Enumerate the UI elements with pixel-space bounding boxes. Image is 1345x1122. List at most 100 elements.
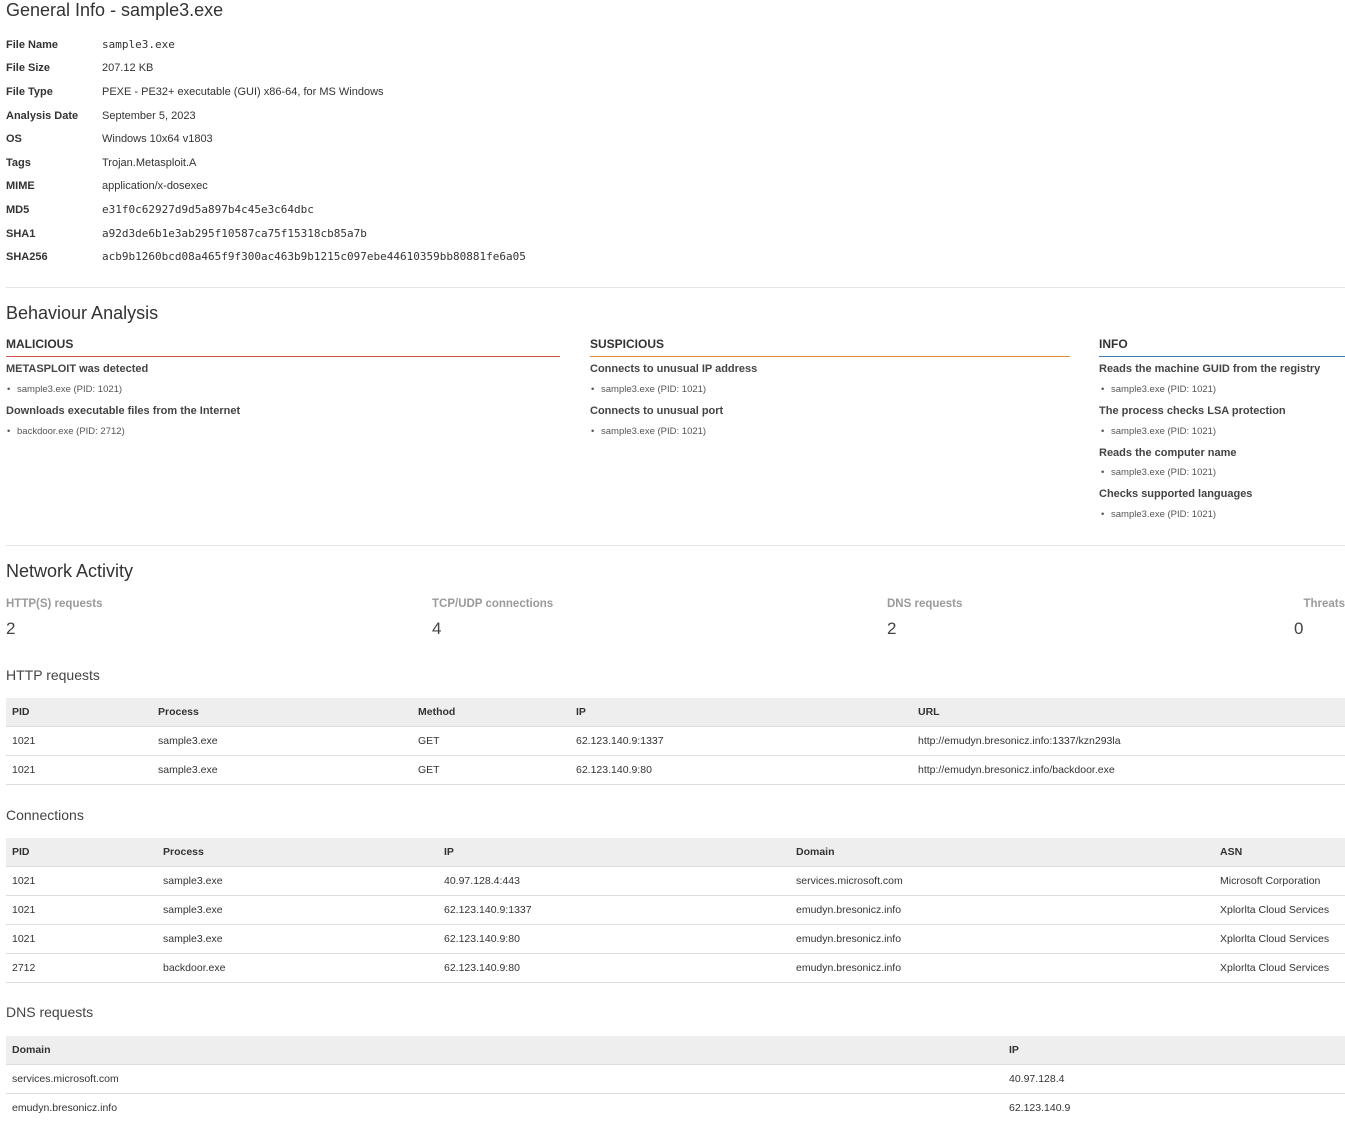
table-cell: 62.123.140.9:1337: [570, 726, 912, 756]
info-value: Trojan.Metasploit.A: [102, 157, 197, 169]
column-header: Process: [152, 698, 412, 727]
table-cell: 1021: [6, 866, 157, 896]
table-cell: 40.97.128.4:443: [438, 866, 790, 896]
column-header: IP: [438, 838, 790, 867]
network-activity-title: Network Activity: [6, 561, 134, 581]
table-cell: 62.123.140.9:80: [438, 924, 790, 954]
indicator-title[interactable]: Checks supported languages: [1099, 488, 1252, 500]
column-header: Method: [412, 698, 570, 727]
column-header: IP: [1003, 1036, 1345, 1065]
table-cell: sample3.exe: [157, 895, 438, 925]
http-requests-stat-value: 2: [6, 619, 16, 638]
table-header-row: PID Process Method IP URL: [6, 698, 1345, 727]
indicator-process[interactable]: sample3.exe (PID: 1021): [1101, 384, 1216, 395]
table-cell: emudyn.bresonicz.info: [790, 953, 1214, 983]
table-cell: Microsoft Corporation: [1214, 866, 1345, 896]
tcp-udp-stat-label: TCP/UDP connections: [432, 598, 554, 610]
info-key: OS: [6, 133, 22, 145]
indicator-process[interactable]: sample3.exe (PID: 1021): [591, 384, 706, 395]
table-cell: emudyn.bresonicz.info: [790, 924, 1214, 954]
table-row[interactable]: 1021 sample3.exe 62.123.140.9:1337 emudy…: [6, 895, 1345, 925]
table-cell: services.microsoft.com: [6, 1064, 1003, 1094]
dns-requests-stat-value: 2: [887, 619, 897, 638]
table-cell: Xplorlta Cloud Services: [1214, 924, 1345, 954]
column-header: Domain: [790, 838, 1214, 867]
indicator-title[interactable]: Reads the computer name: [1099, 447, 1237, 459]
info-row-file-type: File Type PEXE - PE32+ executable (GUI) …: [6, 84, 806, 100]
table-header-row: Domain IP: [6, 1036, 1345, 1065]
table-cell: Xplorlta Cloud Services: [1214, 953, 1345, 983]
general-info-title: General Info - sample3.exe: [6, 0, 224, 20]
indicator-process[interactable]: sample3.exe (PID: 1021): [1101, 467, 1216, 478]
column-header: IP: [570, 698, 912, 727]
table-cell: 1021: [6, 924, 157, 954]
info-row-os: OS Windows 10x64 v1803: [6, 131, 806, 147]
table-cell: GET: [412, 755, 570, 785]
table-cell: 1021: [6, 755, 152, 785]
tcp-udp-stat-value: 4: [432, 619, 442, 638]
indicator-title[interactable]: Connects to unusual IP address: [590, 363, 757, 375]
table-cell: sample3.exe: [152, 755, 412, 785]
table-cell: sample3.exe: [157, 924, 438, 954]
info-value: September 5, 2023: [102, 110, 196, 122]
threats-stat-label: Threats: [1303, 598, 1345, 610]
indicator-process[interactable]: backdoor.exe (PID: 2712): [7, 426, 125, 437]
dns-requests-table: Domain IP services.microsoft.com 40.97.1…: [6, 1036, 1345, 1122]
info-row-file-size: File Size 207.12 KB: [6, 60, 806, 76]
table-row[interactable]: 1021 sample3.exe 62.123.140.9:80 emudyn.…: [6, 924, 1345, 954]
divider: [6, 545, 1345, 546]
table-cell: 2712: [6, 953, 157, 983]
table-cell: 1021: [6, 895, 157, 925]
table-cell: 62.123.140.9: [1003, 1093, 1345, 1122]
info-key: File Name: [6, 39, 58, 51]
malicious-heading: MALICIOUS: [6, 337, 560, 357]
info-row-sha1: SHA1 a92d3de6b1e3ab295f10587ca75f15318cb…: [6, 226, 806, 242]
table-cell: backdoor.exe: [157, 953, 438, 983]
table-cell: sample3.exe: [152, 726, 412, 756]
table-cell: 62.123.140.9:80: [438, 953, 790, 983]
indicator-title[interactable]: Downloads executable files from the Inte…: [6, 405, 240, 417]
info-value: PEXE - PE32+ executable (GUI) x86-64, fo…: [102, 86, 384, 98]
column-header: ASN: [1214, 838, 1345, 867]
indicator-title[interactable]: Connects to unusual port: [590, 405, 723, 417]
dns-requests-title: DNS requests: [6, 1004, 94, 1020]
table-cell: emudyn.bresonicz.info: [6, 1093, 1003, 1122]
table-row[interactable]: emudyn.bresonicz.info 62.123.140.9: [6, 1093, 1345, 1122]
indicator-process[interactable]: sample3.exe (PID: 1021): [7, 384, 122, 395]
column-header: Domain: [6, 1036, 1003, 1065]
info-value: application/x-dosexec: [102, 180, 208, 192]
info-key: File Size: [6, 62, 51, 74]
http-requests-table: PID Process Method IP URL 1021 sample3.e…: [6, 698, 1345, 785]
dns-requests-stat-label: DNS requests: [887, 598, 963, 610]
table-row[interactable]: 1021 sample3.exe GET 62.123.140.9:80 htt…: [6, 755, 1345, 785]
info-value: Windows 10x64 v1803: [102, 133, 213, 145]
column-header: Process: [157, 838, 438, 867]
info-value: acb9b1260bcd08a465f9f300ac463b9b1215c097…: [102, 250, 526, 263]
table-row[interactable]: 2712 backdoor.exe 62.123.140.9:80 emudyn…: [6, 953, 1345, 983]
indicator-title[interactable]: METASPLOIT was detected: [6, 363, 148, 375]
table-row[interactable]: 1021 sample3.exe 40.97.128.4:443 service…: [6, 866, 1345, 896]
column-header: PID: [6, 698, 152, 727]
table-row[interactable]: 1021 sample3.exe GET 62.123.140.9:1337 h…: [6, 726, 1345, 756]
http-requests-stat-label: HTTP(S) requests: [6, 598, 103, 610]
suspicious-heading: SUSPICIOUS: [590, 337, 1070, 357]
indicator-process[interactable]: sample3.exe (PID: 1021): [1101, 426, 1216, 437]
info-row-file-name: File Name sample3.exe: [6, 37, 806, 53]
info-key: SHA1: [6, 228, 36, 240]
info-value: e31f0c62927d9d5a897b4c45e3c64dbc: [102, 203, 314, 216]
indicator-title[interactable]: The process checks LSA protection: [1099, 405, 1286, 417]
table-row[interactable]: services.microsoft.com 40.97.128.4: [6, 1064, 1345, 1094]
info-row-tags: Tags Trojan.Metasploit.A: [6, 155, 806, 171]
indicator-process[interactable]: sample3.exe (PID: 1021): [591, 426, 706, 437]
table-cell: GET: [412, 726, 570, 756]
indicator-title[interactable]: Reads the machine GUID from the registry: [1099, 363, 1320, 375]
indicator-process[interactable]: sample3.exe (PID: 1021): [1101, 509, 1216, 520]
connections-title: Connections: [6, 807, 84, 823]
http-requests-title: HTTP requests: [6, 667, 100, 683]
table-cell: sample3.exe: [157, 866, 438, 896]
table-header-row: PID Process IP Domain ASN: [6, 838, 1345, 867]
table-cell: Xplorlta Cloud Services: [1214, 895, 1345, 925]
info-row-sha256: SHA256 acb9b1260bcd08a465f9f300ac463b9b1…: [6, 249, 806, 265]
table-cell: 40.97.128.4: [1003, 1064, 1345, 1094]
info-value: a92d3de6b1e3ab295f10587ca75f15318cb85a7b: [102, 227, 367, 240]
